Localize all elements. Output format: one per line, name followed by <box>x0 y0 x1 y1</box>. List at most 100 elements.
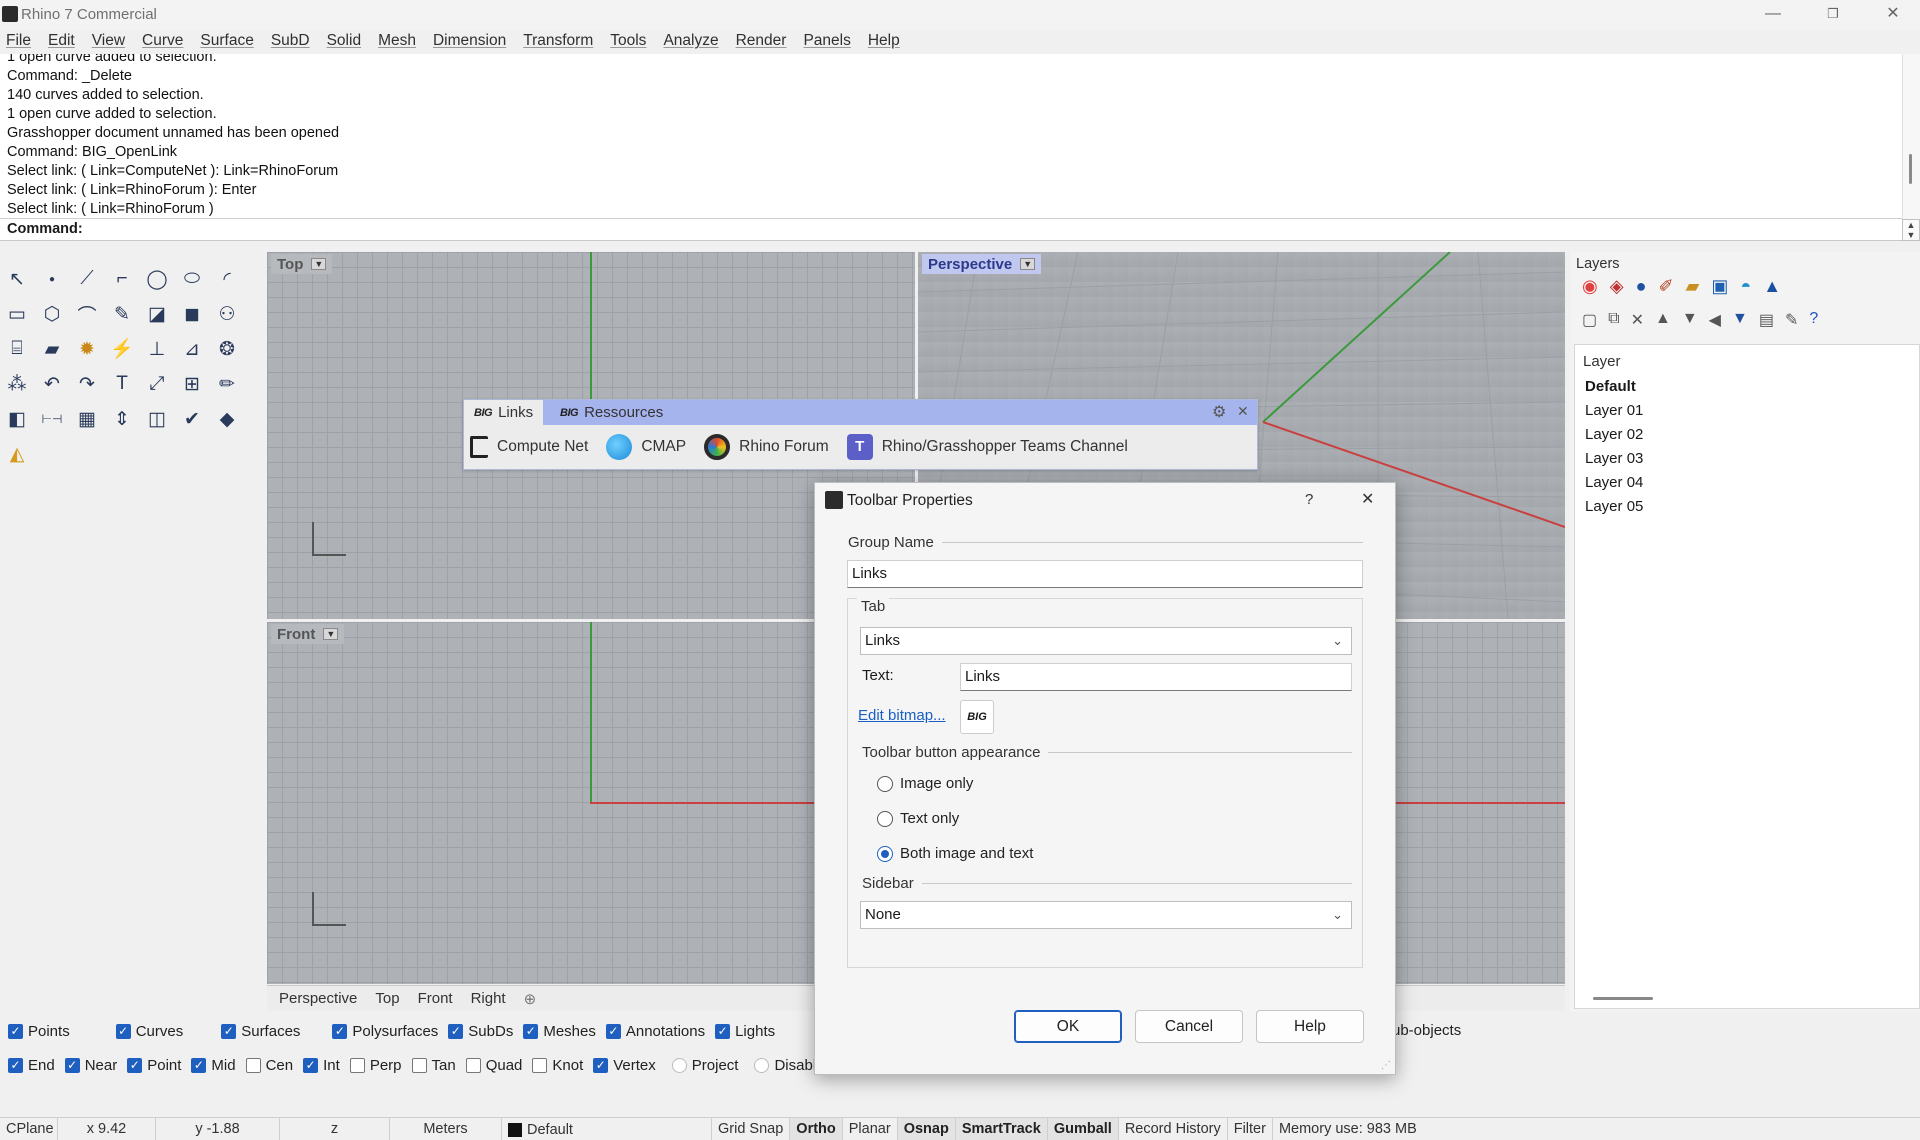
tab-right[interactable]: Right <box>471 990 506 1007</box>
bitmap-preview[interactable]: BIG <box>960 700 994 734</box>
filter-meshes[interactable]: ✓ Meshes <box>523 1023 596 1040</box>
status-record-history[interactable]: Record History <box>1119 1118 1228 1140</box>
checkbox[interactable]: ✓ <box>448 1023 464 1039</box>
polygon-icon[interactable]: ⬡ <box>37 299 67 329</box>
add-viewport-icon[interactable]: ⊕ <box>524 990 537 1008</box>
menu-file[interactable]: File <box>6 30 31 54</box>
move-up-icon[interactable]: ▲ <box>1655 310 1671 330</box>
osnap-end[interactable]: ✓ End <box>8 1057 55 1074</box>
circle-icon[interactable]: ◯ <box>142 264 172 294</box>
chevron-down-icon[interactable]: ▼ <box>311 258 327 270</box>
osnap-int[interactable]: ✓ Int <box>303 1057 340 1074</box>
command-spinner[interactable]: ▲ ▼ <box>1902 219 1920 241</box>
offset-icon[interactable]: ↷ <box>72 369 102 399</box>
radio-both[interactable]: Both image and text <box>877 845 1033 862</box>
move-icon[interactable]: ⤢ <box>142 369 172 399</box>
osnap-mid[interactable]: ✓ Mid <box>191 1057 236 1074</box>
radio-button[interactable] <box>877 810 893 827</box>
cylinder-icon[interactable]: ⌸ <box>2 334 32 364</box>
folder-tab-icon[interactable]: ▰ <box>1686 276 1700 297</box>
layer-row[interactable]: Layer 01 <box>1585 399 1915 423</box>
menu-mesh[interactable]: Mesh <box>378 30 416 54</box>
menu-dimension[interactable]: Dimension <box>433 30 506 54</box>
point-icon[interactable]: ● <box>37 264 67 294</box>
menu-tools[interactable]: Tools <box>610 30 646 54</box>
status-smarttrack[interactable]: SmartTrack <box>955 1118 1048 1140</box>
viewport-label-top[interactable]: Top ▼ <box>271 254 333 274</box>
polyline-icon[interactable]: ⟋ <box>72 264 102 294</box>
tab-links[interactable]: BIG Links <box>464 400 544 425</box>
cancel-button[interactable]: Cancel <box>1135 1010 1243 1043</box>
grid-array-icon[interactable]: ▦ <box>72 404 102 434</box>
osnap-perp[interactable]: Perp <box>349 1057 402 1074</box>
display-tab-icon[interactable]: ▣ <box>1711 276 1728 297</box>
move-left-icon[interactable]: ◀ <box>1709 310 1721 330</box>
menu-surface[interactable]: Surface <box>200 30 253 54</box>
sidebar-select[interactable]: None ⌄ <box>860 901 1352 929</box>
checkbox[interactable]: ✓ <box>191 1057 207 1073</box>
menu-transform[interactable]: Transform <box>523 30 593 54</box>
layer-row-default[interactable]: Default <box>1585 375 1915 399</box>
close-icon[interactable]: ✕ <box>1237 403 1249 420</box>
radio-button[interactable] <box>877 845 893 862</box>
layers-tab-icon[interactable]: ◈ <box>1610 276 1624 297</box>
filter-surfaces[interactable]: ✓ Surfaces <box>221 1023 300 1040</box>
filter-annotations[interactable]: ✓ Annotations <box>605 1023 705 1040</box>
tab-select[interactable]: Links ⌄ <box>860 627 1352 655</box>
checkbox[interactable]: ✓ <box>115 1023 131 1039</box>
menu-curve[interactable]: Curve <box>142 30 183 54</box>
close-button[interactable]: ✕ <box>1866 0 1920 30</box>
compute-net-button[interactable]: Compute Net <box>470 436 588 458</box>
split-icon[interactable]: ⊿ <box>177 334 207 364</box>
check-icon[interactable]: ✔ <box>177 404 207 434</box>
maximize-button[interactable]: ❐ <box>1806 0 1860 30</box>
rectangle-icon[interactable]: ▭ <box>2 299 32 329</box>
analyze-icon[interactable]: ◫ <box>142 404 172 434</box>
filter-subds[interactable]: ✓ SubDs <box>448 1023 513 1040</box>
checkbox[interactable] <box>671 1057 687 1073</box>
radio-text-only[interactable]: Text only <box>877 810 959 827</box>
viewport-label-front[interactable]: Front ▼ <box>271 624 345 644</box>
status-layer[interactable]: Default <box>502 1118 712 1140</box>
edit-pencil-icon[interactable]: ✏ <box>212 369 242 399</box>
arc-icon[interactable]: ◜ <box>212 264 242 294</box>
layer-row[interactable]: Layer 02 <box>1585 423 1915 447</box>
new-sublayer-icon[interactable]: ⧉ <box>1608 310 1619 330</box>
layer-list-scrollbar[interactable] <box>1593 997 1653 1000</box>
render-icon[interactable]: ◆ <box>212 404 242 434</box>
menu-edit[interactable]: Edit <box>48 30 75 54</box>
status-filter[interactable]: Filter <box>1228 1118 1273 1140</box>
checkbox[interactable] <box>245 1057 261 1073</box>
status-grid-snap[interactable]: Grid Snap <box>712 1118 791 1140</box>
help-question-icon[interactable]: ? <box>1305 491 1313 508</box>
menu-render[interactable]: Render <box>736 30 787 54</box>
points-cloud-icon[interactable]: ⁂ <box>2 369 32 399</box>
solid-union-icon[interactable]: ❂ <box>212 334 242 364</box>
render-pyramid-icon[interactable]: ◭ <box>2 439 32 469</box>
array-icon[interactable]: ⊞ <box>177 369 207 399</box>
dimension-icon[interactable]: ⊢⊣ <box>37 404 67 434</box>
checkbox[interactable]: ✓ <box>221 1023 237 1039</box>
plane-surface-icon[interactable]: ▰ <box>37 334 67 364</box>
checkbox[interactable]: ✓ <box>127 1057 143 1073</box>
layer-row[interactable]: Layer 03 <box>1585 447 1915 471</box>
cube-icon[interactable]: ◧ <box>2 404 32 434</box>
curve-cv-icon[interactable]: ⌐ <box>107 264 137 294</box>
osnap-tan[interactable]: Tan <box>411 1057 456 1074</box>
checkbox[interactable]: ✓ <box>8 1057 23 1073</box>
tab-ressources[interactable]: BIG Ressources <box>550 400 673 425</box>
help-button[interactable]: Help <box>1256 1010 1364 1043</box>
checkbox[interactable] <box>465 1057 481 1073</box>
chevron-down-icon[interactable]: ▼ <box>1020 258 1036 270</box>
edit-bitmap-link[interactable]: Edit bitmap... <box>858 707 946 724</box>
viewport-label-perspective[interactable]: Perspective ▼ <box>922 254 1042 274</box>
checkbox[interactable] <box>411 1057 427 1073</box>
dialog-close-icon[interactable]: ✕ <box>1361 489 1374 509</box>
notifications-bell-icon[interactable]: ▲ <box>1763 276 1781 297</box>
boolean-icon[interactable]: ⚇ <box>212 299 242 329</box>
status-osnap[interactable]: Osnap <box>897 1118 956 1140</box>
environment-tab-icon[interactable]: ◓ <box>1740 276 1751 297</box>
filter-sub-objects[interactable]: ub-objects <box>1392 1022 1461 1039</box>
rhino-forum-button[interactable]: Rhino Forum <box>704 434 829 460</box>
tab-top[interactable]: Top <box>375 990 399 1007</box>
